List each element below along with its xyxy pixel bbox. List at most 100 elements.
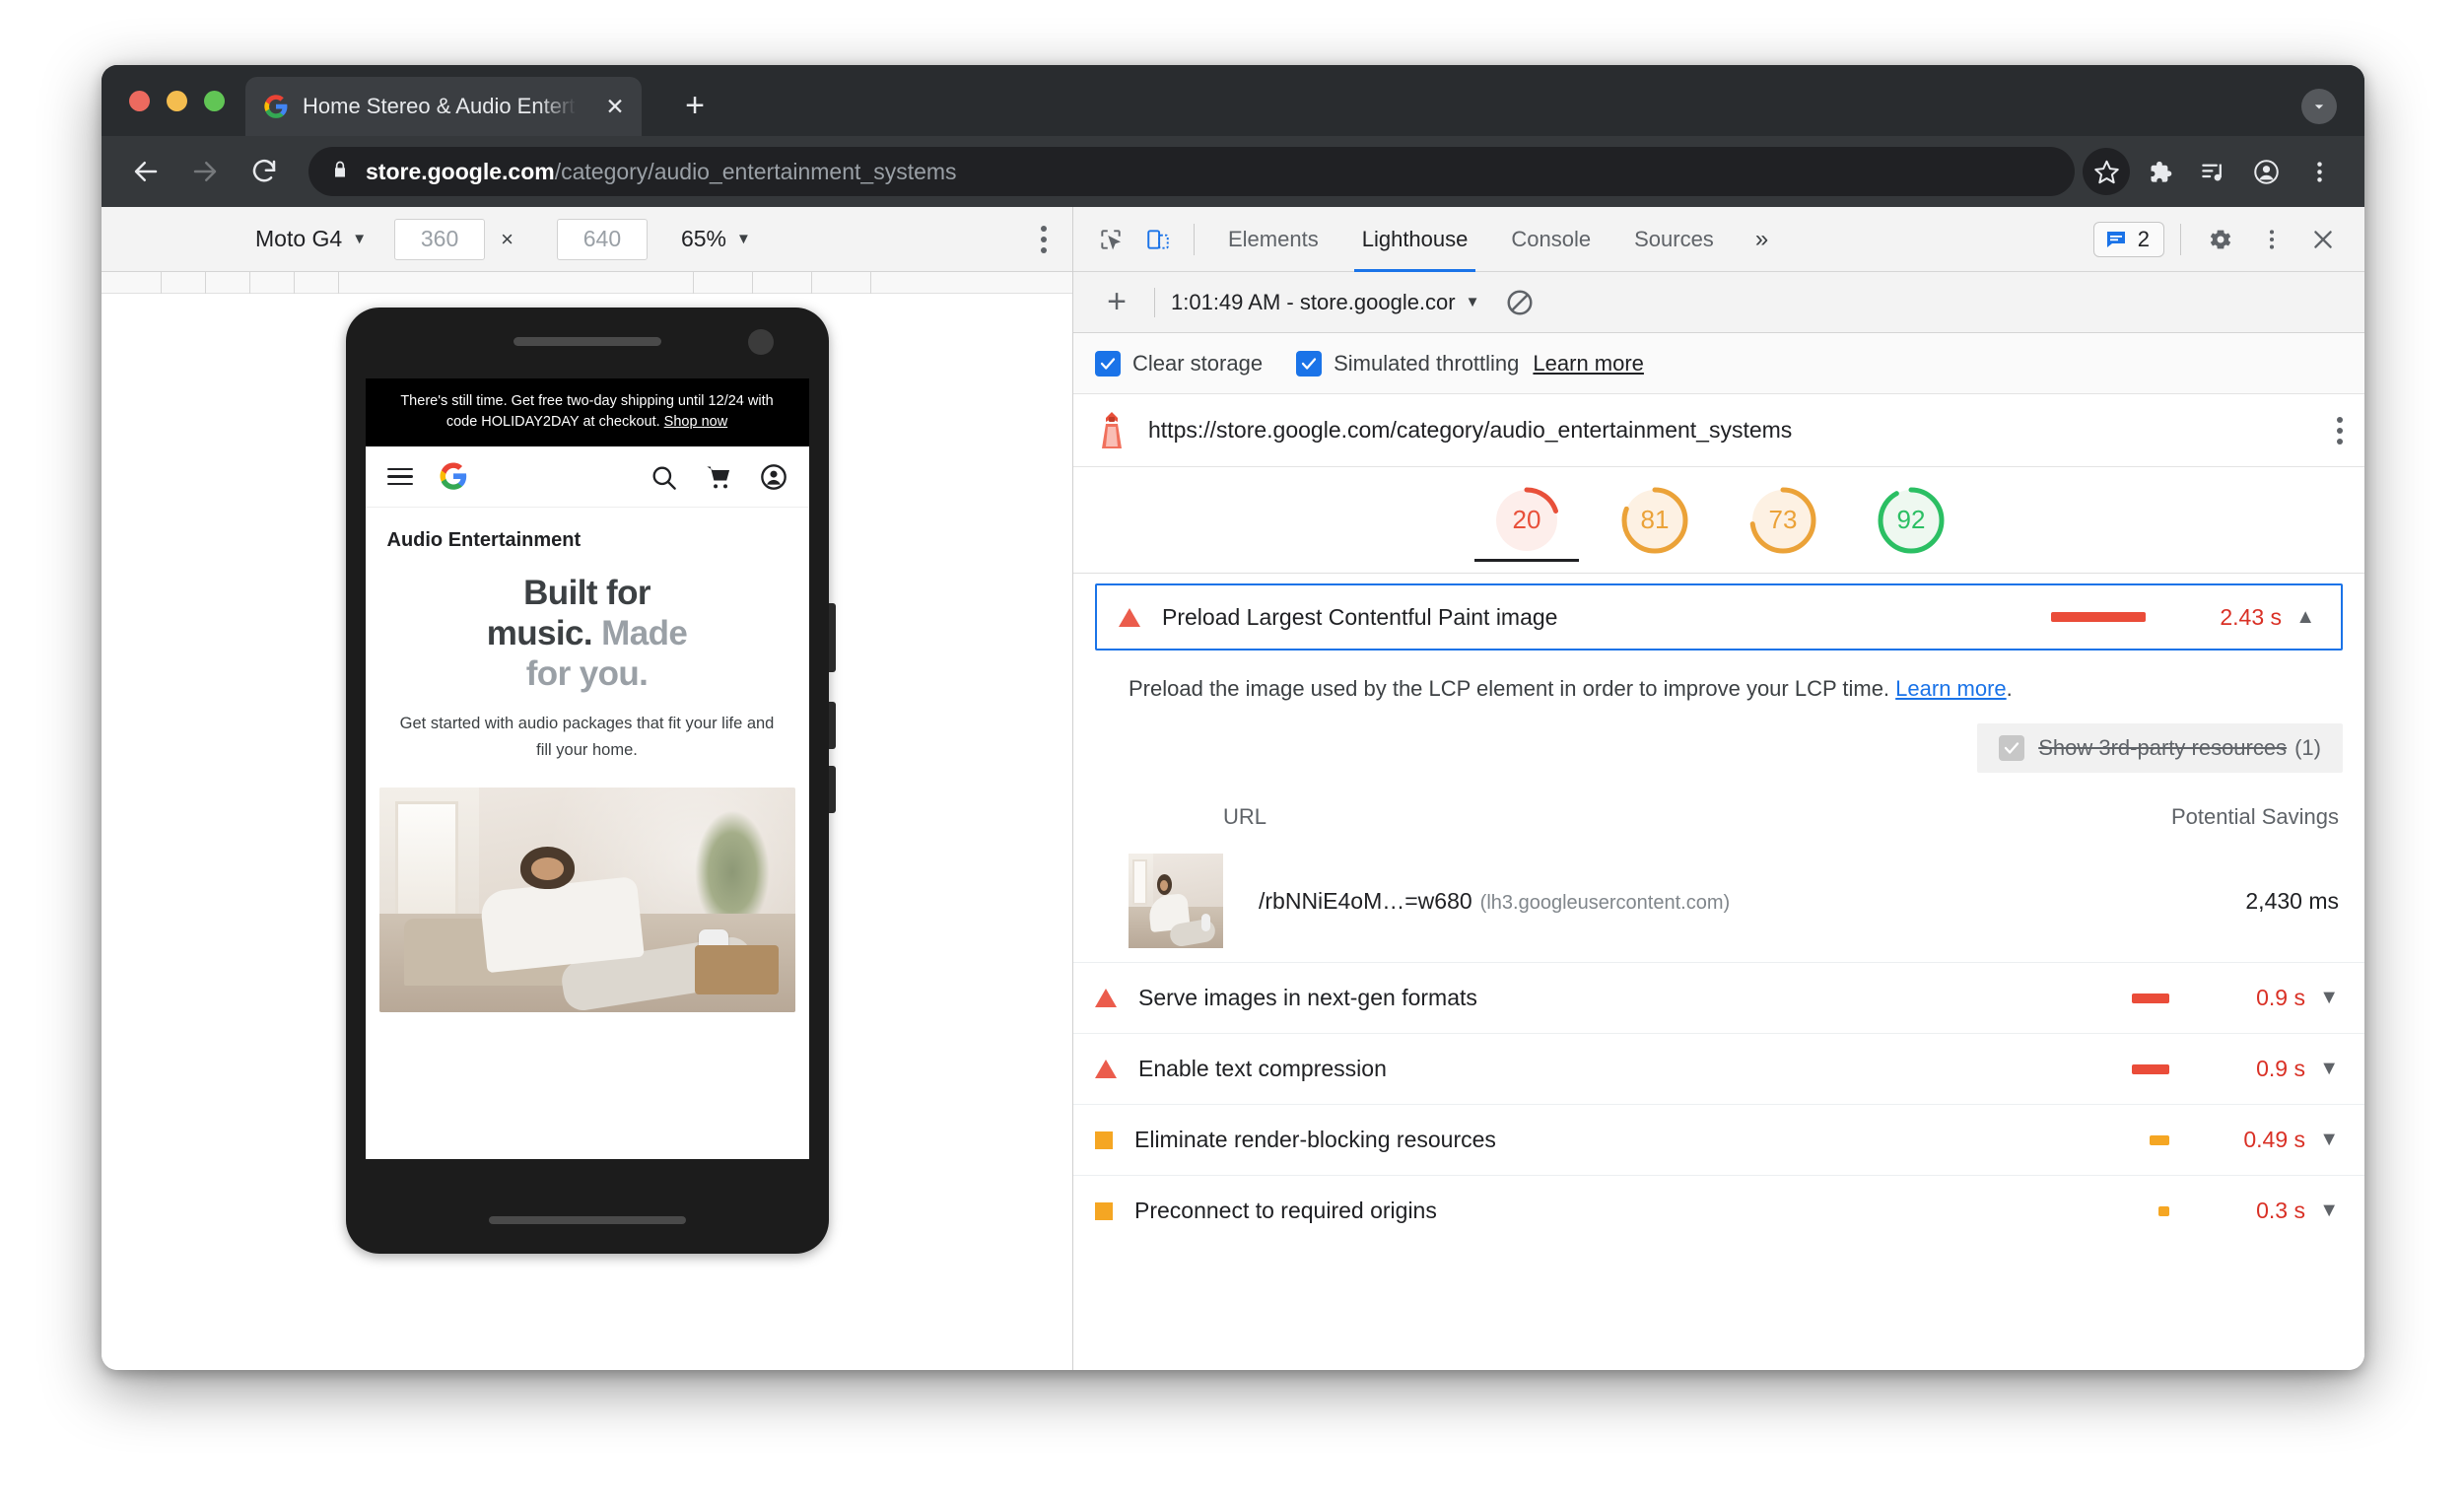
menu-icon[interactable] <box>386 467 413 486</box>
audit-row[interactable]: Serve images in next-gen formats 0.9 s ▼ <box>1073 962 2364 1033</box>
address-text: store.google.com/category/audio_entertai… <box>366 159 957 185</box>
table-header: URL Potential Savings <box>1095 794 2343 840</box>
minimize-window-button[interactable] <box>167 91 187 111</box>
reload-icon[interactable] <box>241 149 287 194</box>
promo-link[interactable]: Shop now <box>664 414 728 430</box>
viewport-height-input[interactable]: 640 <box>556 218 648 260</box>
audit-row-expanded[interactable]: Preload Largest Contentful Paint image 2… <box>1095 583 2343 651</box>
score-value: 20 <box>1512 505 1541 534</box>
simulated-throttling-checkbox[interactable] <box>1296 350 1323 377</box>
device-options-icon[interactable] <box>1041 225 1047 253</box>
table-row[interactable]: /rbNNiE4oM…=w680 (lh3.googleusercontent.c… <box>1095 840 2343 962</box>
phone-mockup: There's still time. Get free two-day shi… <box>345 308 836 1254</box>
close-tab-button[interactable]: ✕ <box>602 94 628 119</box>
device-name: Moto G4 <box>255 226 343 251</box>
tab-console[interactable]: Console <box>1489 207 1612 272</box>
device-viewport[interactable]: There's still time. Get free two-day shi… <box>102 294 1072 1370</box>
audit-impact-bar <box>2132 1063 2169 1074</box>
window-controls[interactable] <box>129 91 225 111</box>
error-triangle-icon <box>1119 607 1140 627</box>
new-tab-button[interactable]: + <box>675 87 715 126</box>
audited-url: https://store.google.com/category/audio_… <box>1148 417 1793 443</box>
address-host: store.google.com <box>366 158 555 184</box>
tab-sources[interactable]: Sources <box>1612 207 1736 272</box>
collapse-chevron-icon[interactable]: ▲ <box>2282 606 2315 629</box>
audit-impact-bar <box>2132 993 2169 1003</box>
devtools-actions: 2 <box>2092 216 2347 263</box>
media-control-icon[interactable] <box>2189 148 2236 195</box>
tab-elements[interactable]: Elements <box>1206 207 1340 272</box>
column-header-url: URL <box>1223 804 1267 829</box>
clear-reports-icon[interactable] <box>1505 288 1535 317</box>
score-gauge-accessibility[interactable]: 81 <box>1614 480 1695 561</box>
expand-chevron-icon[interactable]: ▼ <box>2305 1058 2339 1080</box>
hero-line-2b: Made <box>601 613 688 652</box>
audit-title: Preload Largest Contentful Paint image <box>1162 603 1558 630</box>
browser-tab[interactable]: Home Stereo & Audio Entertain ✕ <box>245 77 642 136</box>
message-icon <box>2106 231 2125 247</box>
extensions-puzzle-icon[interactable] <box>2136 148 2183 195</box>
more-tabs-icon[interactable]: » <box>1736 226 1788 253</box>
report-options-icon[interactable] <box>2337 416 2343 445</box>
browser-toolbar: store.google.com/category/audio_entertai… <box>102 136 2364 207</box>
device-selector[interactable]: Moto G4 ▼ <box>255 226 367 252</box>
audit-time: 0.49 s <box>2243 1127 2305 1152</box>
audit-row[interactable]: Eliminate render-blocking resources 0.49… <box>1073 1104 2364 1175</box>
rendered-page[interactable]: There's still time. Get free two-day shi… <box>365 378 809 1159</box>
address-bar[interactable]: store.google.com/category/audio_entertai… <box>308 147 2075 196</box>
bookmark-star-icon[interactable] <box>2083 148 2130 195</box>
score-gauges: 20 81 73 92 <box>1073 467 2364 574</box>
account-icon[interactable] <box>760 463 787 491</box>
audit-learn-more-link[interactable]: Learn more <box>1895 676 2007 701</box>
tab-lighthouse[interactable]: Lighthouse <box>1340 207 1490 272</box>
score-gauge-performance[interactable]: 20 <box>1474 480 1579 562</box>
promo-banner[interactable]: There's still time. Get free two-day shi… <box>365 378 809 447</box>
search-icon[interactable] <box>650 463 677 491</box>
score-gauge-best-practices[interactable]: 73 <box>1743 480 1823 561</box>
resource-path: /rbNNiE4oM…=w680 <box>1259 887 1472 914</box>
tab-search-icon[interactable] <box>2301 89 2337 124</box>
close-icon[interactable] <box>2299 216 2347 263</box>
screenshot-root: Home Stereo & Audio Entertain ✕ + store.… <box>0 0 2464 1507</box>
browser-menu-icon[interactable] <box>2295 148 2343 195</box>
new-report-button[interactable]: + <box>1095 283 1138 321</box>
cart-icon[interactable] <box>705 463 732 491</box>
close-window-button[interactable] <box>129 91 150 111</box>
gear-icon[interactable] <box>2197 216 2244 263</box>
expand-chevron-icon[interactable]: ▼ <box>2305 1199 2339 1222</box>
audit-table: URL Potential Savings /rbNNiE4oM…=w680 (… <box>1095 794 2343 962</box>
audit-impact-bar <box>2150 1134 2169 1145</box>
viewport-ruler <box>102 272 1072 294</box>
audit-row[interactable]: Enable text compression 0.9 s ▼ <box>1073 1033 2364 1104</box>
learn-more-link[interactable]: Learn more <box>1533 351 1644 377</box>
audit-time: 2.43 s <box>2220 603 2282 630</box>
third-party-checkbox[interactable] <box>1999 735 2025 761</box>
messages-badge[interactable]: 2 <box>2092 221 2164 257</box>
audit-row[interactable]: Preconnect to required origins 0.3 s ▼ <box>1073 1175 2364 1246</box>
profile-avatar-icon[interactable] <box>2242 148 2290 195</box>
clear-storage-checkbox[interactable] <box>1095 350 1121 377</box>
expand-chevron-icon[interactable]: ▼ <box>2305 987 2339 1009</box>
report-selector[interactable]: 1:01:49 AM - store.google.cor ▼ <box>1171 290 1479 315</box>
messages-count: 2 <box>2137 226 2150 251</box>
lighthouse-settings-row: Clear storage Simulated throttling Learn… <box>1073 333 2364 394</box>
inspect-element-icon[interactable] <box>1087 216 1134 263</box>
hero-line-2a: music. <box>486 613 602 652</box>
zoom-selector[interactable]: 65% ▼ <box>681 226 751 252</box>
phone-camera <box>747 329 774 355</box>
devtools-menu-icon[interactable] <box>2248 216 2295 263</box>
audit-description: Preload the image used by the LCP elemen… <box>1095 651 2343 702</box>
back-arrow-icon[interactable] <box>123 149 169 194</box>
score-gauge-seo[interactable]: 92 <box>1871 480 1951 561</box>
device-toolbar-icon[interactable] <box>1134 216 1182 263</box>
audit-title: Enable text compression <box>1138 1056 1387 1081</box>
viewport-width-input[interactable]: 360 <box>394 218 486 260</box>
maximize-window-button[interactable] <box>204 91 225 111</box>
site-header <box>365 446 809 509</box>
table-cell-savings: 2,430 ms <box>2245 887 2339 914</box>
audit-description-text: Preload the image used by the LCP elemen… <box>1129 676 1896 701</box>
expand-chevron-icon[interactable]: ▼ <box>2305 1129 2339 1151</box>
browser-window: Home Stereo & Audio Entertain ✕ + store.… <box>102 65 2364 1370</box>
forward-arrow-icon[interactable] <box>182 149 228 194</box>
third-party-filter[interactable]: Show 3rd-party resources (1) <box>1977 723 2343 773</box>
